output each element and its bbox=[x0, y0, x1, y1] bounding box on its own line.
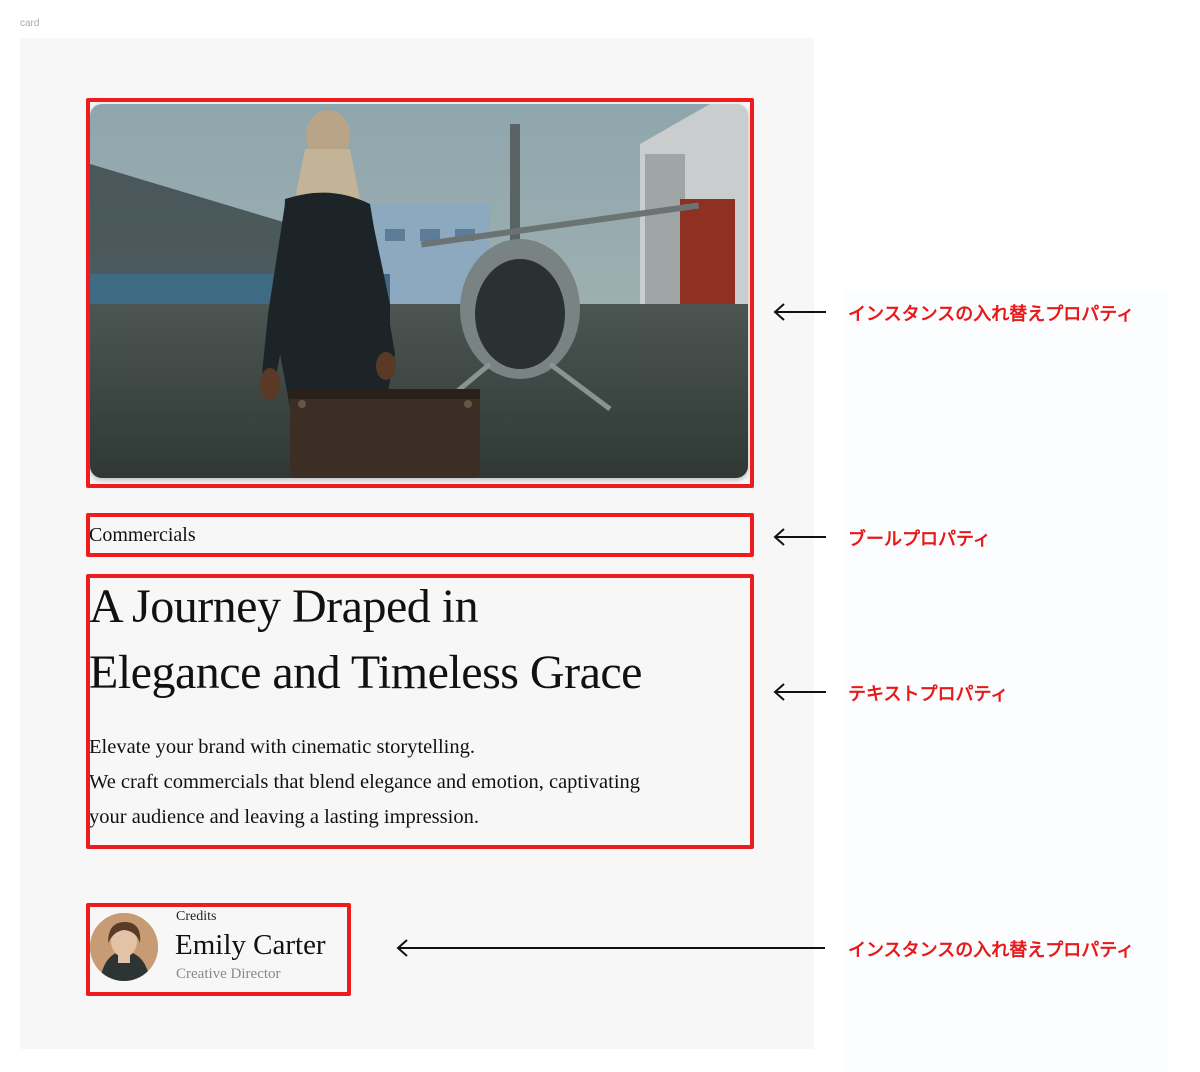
arrow-left-icon bbox=[773, 303, 826, 321]
annotation-image: インスタンスの入れ替えプロパティ bbox=[848, 304, 1135, 325]
arrow-left-icon bbox=[773, 528, 826, 546]
annotation-text: テキストプロパティ bbox=[848, 684, 1009, 705]
text-property-outline bbox=[86, 574, 754, 849]
frame-label: card bbox=[20, 18, 40, 29]
annotation-category: ブールプロパティ bbox=[848, 529, 991, 550]
image-property-outline bbox=[86, 98, 754, 488]
credits-property-outline bbox=[86, 903, 351, 996]
arrow-left-icon bbox=[773, 683, 826, 701]
arrow-left-icon bbox=[396, 939, 825, 957]
category-property-outline bbox=[86, 513, 754, 557]
annotation-credits: インスタンスの入れ替えプロパティ bbox=[848, 940, 1135, 961]
